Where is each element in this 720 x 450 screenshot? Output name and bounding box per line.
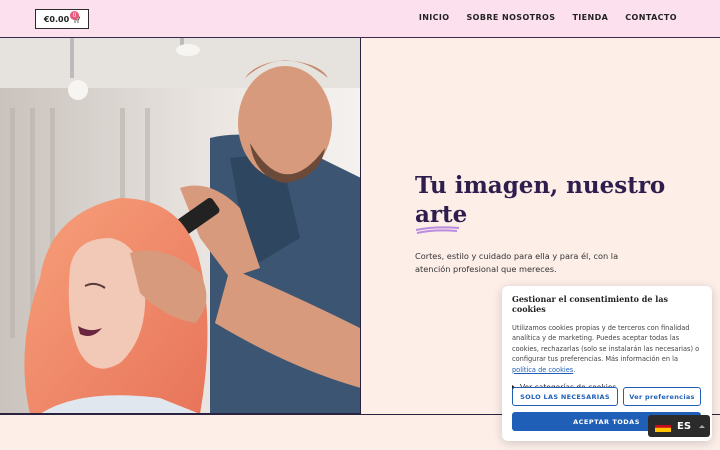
nav-tienda[interactable]: TIENDA: [572, 13, 608, 22]
main-nav: INICIO SOBRE NOSOTROS TIENDA CONTACTO: [419, 13, 677, 22]
hero-subtitle: Cortes, estilo y cuidado para ella y par…: [415, 251, 619, 274]
cookie-description-suffix: .: [573, 365, 576, 374]
cookie-title: Gestionar el consentimiento de las cooki…: [512, 294, 668, 314]
necessary-only-button[interactable]: SOLO LAS NECESARIAS: [512, 387, 618, 406]
nav-sobre-nosotros[interactable]: SOBRE NOSOTROS: [467, 13, 556, 22]
nav-inicio[interactable]: INICIO: [419, 13, 450, 22]
language-code: ES: [677, 420, 692, 432]
cookie-secondary-buttons: SOLO LAS NECESARIAS Ver preferencias: [512, 387, 701, 406]
hero-title-line1: Tu imagen, nuestro: [415, 172, 666, 199]
hero-title: Tu imagen, nuestro arte: [415, 171, 675, 229]
language-switcher[interactable]: ES: [648, 415, 710, 437]
cart-button[interactable]: €0.00: [35, 9, 89, 29]
spain-flag-icon: [655, 421, 671, 432]
title-underline-decoration: [415, 226, 460, 234]
cookie-policy-link[interactable]: política de cookies: [512, 366, 573, 374]
cookie-description-text: Utilizamos cookies propias y de terceros…: [512, 324, 700, 364]
preferences-button[interactable]: Ver preferencias: [623, 387, 701, 406]
site-header: €0.00 0 INICIO SOBRE NOSOTROS TIENDA CON…: [0, 0, 720, 38]
cart-count-badge: 0: [70, 11, 79, 20]
chevron-up-icon: [699, 424, 706, 428]
nav-contacto[interactable]: CONTACTO: [625, 13, 677, 22]
cart-price: €0.00: [43, 14, 70, 24]
cookie-description: Utilizamos cookies propias y de terceros…: [512, 323, 702, 375]
hero-photo: [0, 38, 361, 414]
